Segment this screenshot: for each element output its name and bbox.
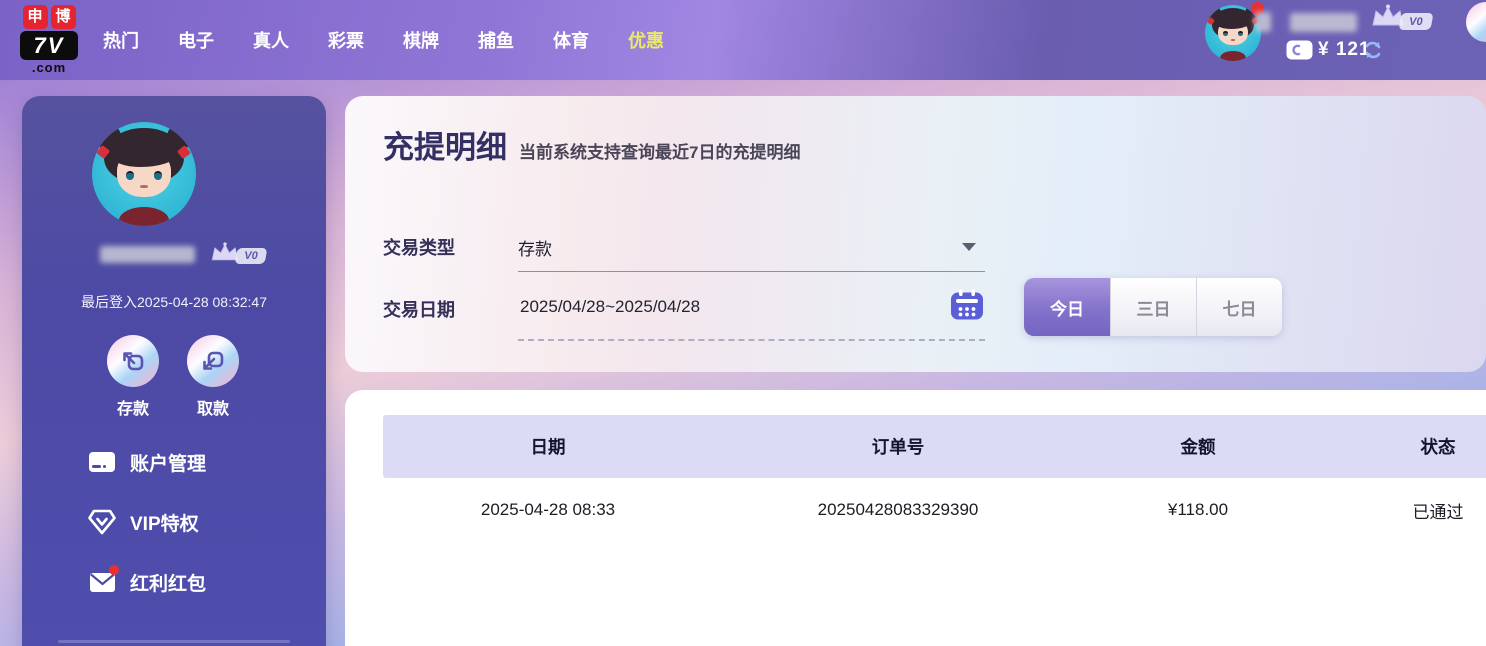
wallet-icon — [1286, 40, 1313, 60]
floating-service-button[interactable] — [1466, 2, 1486, 42]
records-panel: 日期 订单号 金额 状态 2025-04-28 08:33 2025042808… — [345, 390, 1486, 646]
sidebar-menu: 账户管理 VIP特权 红利 — [88, 448, 206, 596]
logo-badge-2: 博 — [51, 5, 76, 29]
date-range-quick-buttons: 今日 三日 七日 — [1024, 278, 1282, 336]
page-title: 充提明细 — [383, 122, 507, 167]
logo-badges: 申 博 — [20, 5, 78, 29]
column-header-date: 日期 — [383, 434, 713, 459]
page-subtitle: 当前系统支持查询最近7日的充提明细 — [519, 138, 800, 167]
red-packet-envelope-icon — [88, 568, 116, 596]
deposit-arrow-icon — [119, 347, 147, 375]
bank-card-icon — [88, 448, 116, 476]
deposit-button[interactable] — [107, 335, 159, 387]
sidebar-item-label: VIP特权 — [130, 509, 199, 536]
withdraw-label: 取款 — [183, 395, 243, 419]
select-underline — [518, 271, 985, 272]
page: 申 博 7V .com 热门 电子 真人 彩票 棋牌 捕鱼 体育 优惠 — [0, 0, 1486, 646]
refresh-icon[interactable] — [1363, 40, 1383, 60]
table-row: 2025-04-28 08:33 20250428083329390 ¥118.… — [383, 478, 1486, 542]
sidebar-item-vip-privileges[interactable]: VIP特权 — [88, 508, 206, 536]
logo-badge-1: 申 — [23, 5, 48, 29]
nav-item-hot[interactable]: 热门 — [103, 27, 139, 53]
currency-symbol: ¥ — [1318, 39, 1330, 60]
sidebar-avatar[interactable] — [92, 122, 196, 226]
deposit-label: 存款 — [103, 395, 163, 419]
top-navbar: 申 博 7V .com 热门 电子 真人 彩票 棋牌 捕鱼 体育 优惠 — [0, 0, 1486, 80]
vip-level-badge: V0 — [1399, 13, 1434, 30]
filter-panel: 充提明细 当前系统支持查询最近7日的充提明细 交易类型 存款 交易日期 2025… — [345, 96, 1486, 372]
sidebar-vip-badge: V0 — [235, 248, 268, 264]
last-login-text: 最后登入2025-04-28 08:32:47 — [22, 292, 326, 312]
range-button-7days[interactable]: 七日 — [1196, 278, 1282, 336]
transaction-type-label: 交易类型 — [383, 234, 455, 260]
range-button-3days[interactable]: 三日 — [1110, 278, 1196, 336]
sidebar-item-account-management[interactable]: 账户管理 — [88, 448, 206, 476]
column-header-amount: 金额 — [1083, 434, 1313, 459]
withdraw-button[interactable] — [187, 335, 239, 387]
column-header-order-no: 订单号 — [713, 434, 1083, 459]
calendar-icon[interactable] — [951, 289, 983, 320]
username-redacted — [1290, 13, 1357, 32]
redacted-text — [1255, 12, 1271, 32]
account-sidebar: V0 最后登入2025-04-28 08:32:47 存款 取款 — [22, 96, 326, 646]
sidebar-username-row: V0 — [22, 244, 326, 266]
sidebar-item-bonus-redpacket[interactable]: 红利红包 — [88, 568, 206, 596]
cell-status: 已通过 — [1313, 498, 1486, 523]
page-title-row: 充提明细 当前系统支持查询最近7日的充提明细 — [383, 122, 800, 167]
table-header: 日期 订单号 金额 状态 — [383, 415, 1486, 478]
nav-item-live[interactable]: 真人 — [253, 27, 289, 53]
transaction-date-label: 交易日期 — [383, 296, 455, 322]
logo-main-text: 7V — [20, 31, 78, 60]
notification-dot — [109, 565, 119, 575]
range-button-today[interactable]: 今日 — [1024, 278, 1110, 336]
logo-suffix: .com — [20, 60, 78, 75]
sidebar-item-label: 红利红包 — [130, 569, 206, 596]
transaction-type-select[interactable]: 存款 — [518, 235, 552, 260]
main-menu: 热门 电子 真人 彩票 棋牌 捕鱼 体育 优惠 — [103, 0, 664, 80]
sidebar-item-label: 账户管理 — [130, 449, 206, 476]
chevron-down-icon[interactable] — [962, 243, 976, 251]
cell-date: 2025-04-28 08:33 — [383, 500, 713, 520]
date-underline — [518, 339, 985, 341]
nav-item-sports[interactable]: 体育 — [553, 27, 589, 53]
vip-diamond-icon — [88, 508, 116, 536]
cell-order-no: 20250428083329390 — [713, 500, 1083, 520]
nav-item-promo[interactable]: 优惠 — [628, 27, 664, 53]
sidebar-username-redacted — [100, 246, 195, 263]
withdraw-arrow-icon — [199, 347, 227, 375]
column-header-status: 状态 — [1313, 434, 1486, 459]
nav-item-slots[interactable]: 电子 — [178, 27, 214, 53]
sidebar-divider — [58, 640, 290, 643]
nav-item-fishing[interactable]: 捕鱼 — [478, 27, 514, 53]
nav-item-cards[interactable]: 棋牌 — [403, 27, 439, 53]
date-range-field[interactable]: 2025/04/28~2025/04/28 — [520, 297, 700, 317]
nav-item-lottery[interactable]: 彩票 — [328, 27, 364, 53]
cell-amount: ¥118.00 — [1083, 500, 1313, 520]
site-logo[interactable]: 申 博 7V .com — [20, 5, 78, 75]
